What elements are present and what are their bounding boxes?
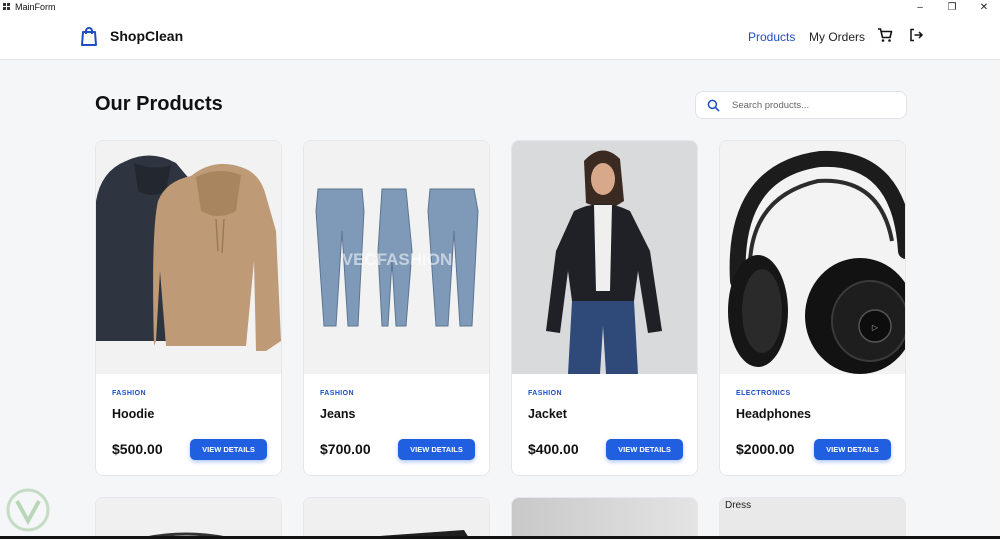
broken-image-alt-text: Dress (725, 500, 752, 511)
product-image-headphones: ▷ (720, 141, 905, 374)
watermark-logo (6, 488, 50, 532)
window-titlebar: MainForm – ❐ ✕ (0, 0, 1000, 14)
svg-text:▷: ▷ (872, 323, 879, 332)
product-category: FASHION (320, 390, 354, 397)
product-category: FASHION (112, 390, 146, 397)
product-card-headphones[interactable]: ▷ ELECTRONICS Headphones $2000.00 VIEW D… (719, 140, 906, 476)
jeans-image-watermark: VECFASHION (342, 250, 453, 269)
nav-my-orders[interactable]: My Orders (809, 30, 865, 44)
product-card-partial[interactable] (95, 497, 282, 539)
product-name: Jeans (320, 407, 356, 421)
product-image-partial (96, 498, 281, 539)
logout-icon[interactable] (908, 27, 924, 43)
product-price: $500.00 (112, 441, 163, 457)
view-details-button[interactable]: VIEW DETAILS (398, 439, 475, 460)
view-details-button[interactable]: VIEW DETAILS (190, 439, 267, 460)
brand-name: ShopClean (110, 28, 184, 44)
cart-icon[interactable] (877, 27, 893, 43)
product-name: Hoodie (112, 407, 155, 421)
product-image-partial (304, 498, 489, 539)
product-price: $2000.00 (736, 441, 795, 457)
search-icon (707, 99, 720, 112)
product-name: Jacket (528, 407, 567, 421)
page-title: Our Products (95, 93, 223, 115)
search-box[interactable] (695, 91, 907, 119)
jacket-illustration (512, 141, 697, 374)
navbar: ShopClean Products My Orders (0, 14, 1000, 60)
product-name: Headphones (736, 407, 812, 421)
product-card-partial[interactable]: Dress (719, 497, 906, 539)
app-icon (3, 3, 10, 10)
restore-button[interactable]: ❐ (936, 0, 968, 14)
brand[interactable]: ShopClean (80, 26, 183, 46)
product-image-jacket (512, 141, 697, 374)
product-category: ELECTRONICS (736, 390, 791, 397)
window-title: MainForm (15, 2, 56, 12)
hoodie-illustration (96, 141, 281, 374)
product-price: $700.00 (320, 441, 371, 457)
product-price: $400.00 (528, 441, 579, 457)
close-button[interactable]: ✕ (968, 0, 1000, 14)
product-category: FASHION (528, 390, 562, 397)
product-image-jeans: VECFASHION (304, 141, 489, 374)
view-details-button[interactable]: VIEW DETAILS (606, 439, 683, 460)
product-card-jacket[interactable]: FASHION Jacket $400.00 VIEW DETAILS (511, 140, 698, 476)
headphones-illustration: ▷ (720, 141, 905, 374)
product-card-jeans[interactable]: VECFASHION FASHION Jeans $700.00 VIEW DE… (303, 140, 490, 476)
product-card-partial[interactable] (303, 497, 490, 539)
search-input[interactable] (732, 99, 892, 111)
product-image-hoodie (96, 141, 281, 374)
nav-products[interactable]: Products (748, 30, 795, 44)
jeans-illustration: VECFASHION (304, 141, 489, 374)
product-card-hoodie[interactable]: FASHION Hoodie $500.00 VIEW DETAILS (95, 140, 282, 476)
minimize-button[interactable]: – (904, 0, 936, 14)
product-image-partial (512, 498, 697, 539)
product-card-partial[interactable] (511, 497, 698, 539)
view-details-button[interactable]: VIEW DETAILS (814, 439, 891, 460)
shopping-bag-icon (81, 27, 97, 46)
